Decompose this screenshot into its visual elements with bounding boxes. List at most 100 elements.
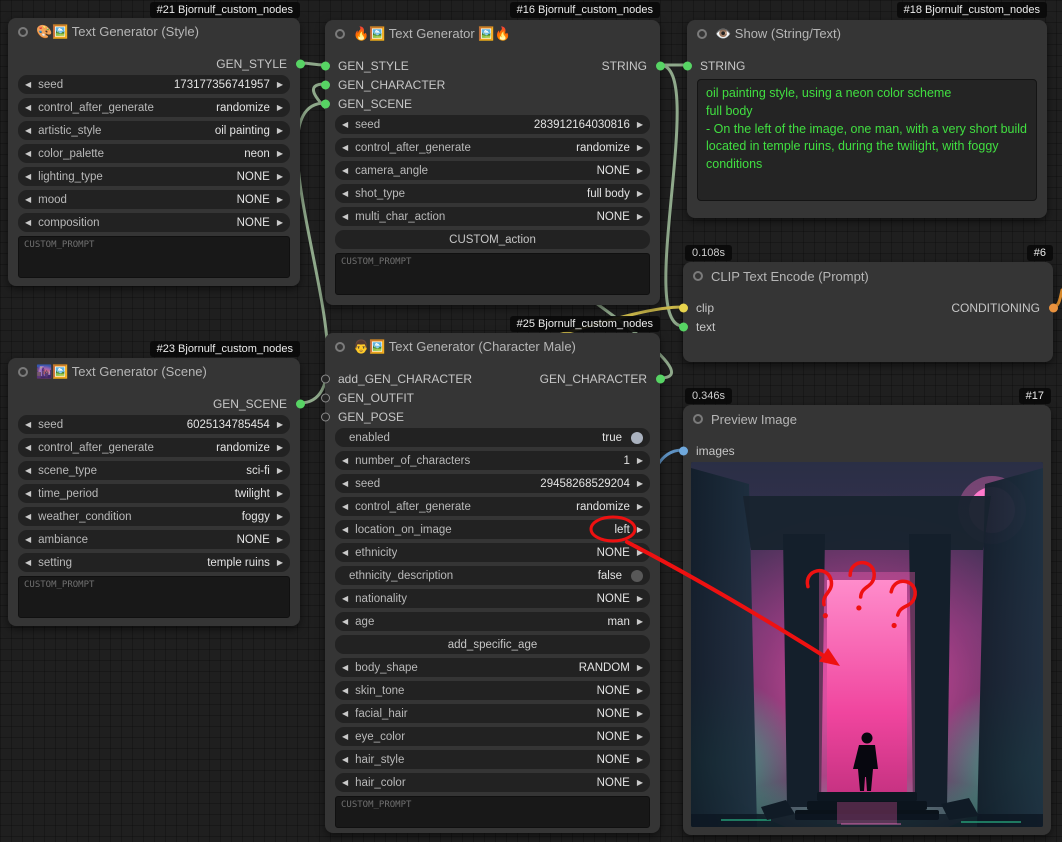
widget-seed[interactable]: ◀ seed 6025134785454 ▶ bbox=[18, 415, 290, 434]
widget-enabled[interactable]: ◀ enabled true ▶ bbox=[335, 428, 650, 447]
increment-arrow-icon[interactable]: ▶ bbox=[637, 190, 643, 198]
decrement-arrow-icon[interactable]: ◀ bbox=[342, 503, 348, 511]
collapse-dot-icon[interactable] bbox=[697, 29, 707, 39]
widget-age[interactable]: ◀ age man ▶ bbox=[335, 612, 650, 631]
node-title-bar[interactable]: Preview Image bbox=[683, 405, 1051, 433]
widget-seed[interactable]: ◀ seed 173177356741957 ▶ bbox=[18, 75, 290, 94]
decrement-arrow-icon[interactable]: ◀ bbox=[25, 219, 31, 227]
collapse-dot-icon[interactable] bbox=[18, 27, 28, 37]
decrement-arrow-icon[interactable]: ◀ bbox=[342, 480, 348, 488]
decrement-arrow-icon[interactable]: ◀ bbox=[342, 595, 348, 603]
collapse-dot-icon[interactable] bbox=[18, 367, 28, 377]
decrement-arrow-icon[interactable]: ◀ bbox=[25, 536, 31, 544]
node-text-generator-style[interactable]: 🎨🖼️ Text Generator (Style) GEN_STYLE ◀ s… bbox=[8, 18, 300, 286]
input-port-gen-style[interactable] bbox=[321, 61, 330, 70]
increment-arrow-icon[interactable]: ▶ bbox=[277, 513, 283, 521]
increment-arrow-icon[interactable]: ▶ bbox=[277, 421, 283, 429]
decrement-arrow-icon[interactable]: ◀ bbox=[25, 444, 31, 452]
node-title-bar[interactable]: 🌆🖼️ Text Generator (Scene) bbox=[8, 358, 300, 386]
increment-arrow-icon[interactable]: ▶ bbox=[277, 104, 283, 112]
node-text-generator-scene[interactable]: 🌆🖼️ Text Generator (Scene) GEN_SCENE ◀ s… bbox=[8, 358, 300, 626]
output-port-gen-scene[interactable] bbox=[296, 399, 305, 408]
widget-ethnicity[interactable]: ◀ ethnicity NONE ▶ bbox=[335, 543, 650, 562]
increment-arrow-icon[interactable]: ▶ bbox=[637, 595, 643, 603]
decrement-arrow-icon[interactable]: ◀ bbox=[342, 121, 348, 129]
input-port-gen-outfit[interactable] bbox=[321, 393, 330, 402]
node-preview-image[interactable]: Preview Image images bbox=[683, 405, 1051, 835]
widget-shot_type[interactable]: ◀ shot_type full body ▶ bbox=[335, 184, 650, 203]
widget-artistic_style[interactable]: ◀ artistic_style oil painting ▶ bbox=[18, 121, 290, 140]
decrement-arrow-icon[interactable]: ◀ bbox=[342, 526, 348, 534]
input-port-gen-character[interactable] bbox=[321, 80, 330, 89]
increment-arrow-icon[interactable]: ▶ bbox=[637, 756, 643, 764]
collapse-dot-icon[interactable] bbox=[335, 29, 345, 39]
collapse-dot-icon[interactable] bbox=[335, 342, 345, 352]
decrement-arrow-icon[interactable]: ◀ bbox=[25, 127, 31, 135]
widget-mood[interactable]: ◀ mood NONE ▶ bbox=[18, 190, 290, 209]
decrement-arrow-icon[interactable]: ◀ bbox=[342, 144, 348, 152]
decrement-arrow-icon[interactable]: ◀ bbox=[25, 421, 31, 429]
node-title-bar[interactable]: 👨🖼️ Text Generator (Character Male) bbox=[325, 333, 660, 361]
toggle-knob[interactable] bbox=[631, 432, 643, 444]
widget-hair_color[interactable]: ◀ hair_color NONE ▶ bbox=[335, 773, 650, 792]
increment-arrow-icon[interactable]: ▶ bbox=[277, 173, 283, 181]
decrement-arrow-icon[interactable]: ◀ bbox=[25, 467, 31, 475]
increment-arrow-icon[interactable]: ▶ bbox=[637, 710, 643, 718]
decrement-arrow-icon[interactable]: ◀ bbox=[342, 687, 348, 695]
node-text-generator[interactable]: 🔥🖼️ Text Generator 🖼️🔥 GEN_STYLE STRING … bbox=[325, 20, 660, 305]
increment-arrow-icon[interactable]: ▶ bbox=[277, 196, 283, 204]
widget-time_period[interactable]: ◀ time_period twilight ▶ bbox=[18, 484, 290, 503]
input-port-add-gen-character[interactable] bbox=[321, 374, 330, 383]
input-port-images[interactable] bbox=[679, 446, 688, 455]
decrement-arrow-icon[interactable]: ◀ bbox=[25, 81, 31, 89]
widget-weather_condition[interactable]: ◀ weather_condition foggy ▶ bbox=[18, 507, 290, 526]
increment-arrow-icon[interactable]: ▶ bbox=[637, 687, 643, 695]
widget-skin_tone[interactable]: ◀ skin_tone NONE ▶ bbox=[335, 681, 650, 700]
increment-arrow-icon[interactable]: ▶ bbox=[277, 444, 283, 452]
decrement-arrow-icon[interactable]: ◀ bbox=[342, 457, 348, 465]
toggle-knob[interactable] bbox=[631, 570, 643, 582]
increment-arrow-icon[interactable]: ▶ bbox=[637, 213, 643, 221]
increment-arrow-icon[interactable]: ▶ bbox=[637, 503, 643, 511]
output-port-conditioning[interactable] bbox=[1049, 303, 1058, 312]
input-port-gen-scene[interactable] bbox=[321, 99, 330, 108]
increment-arrow-icon[interactable]: ▶ bbox=[637, 549, 643, 557]
increment-arrow-icon[interactable]: ▶ bbox=[277, 559, 283, 567]
decrement-arrow-icon[interactable]: ◀ bbox=[25, 559, 31, 567]
decrement-arrow-icon[interactable]: ◀ bbox=[342, 733, 348, 741]
decrement-arrow-icon[interactable]: ◀ bbox=[25, 490, 31, 498]
custom-prompt-textarea[interactable]: CUSTOM_PROMPT bbox=[335, 253, 650, 295]
node-title-bar[interactable]: CLIP Text Encode (Prompt) bbox=[683, 262, 1053, 290]
decrement-arrow-icon[interactable]: ◀ bbox=[342, 779, 348, 787]
increment-arrow-icon[interactable]: ▶ bbox=[637, 664, 643, 672]
custom-prompt-textarea[interactable]: CUSTOM_PROMPT bbox=[335, 796, 650, 828]
decrement-arrow-icon[interactable]: ◀ bbox=[342, 213, 348, 221]
output-port-gen-style[interactable] bbox=[296, 59, 305, 68]
widget-color_palette[interactable]: ◀ color_palette neon ▶ bbox=[18, 144, 290, 163]
decrement-arrow-icon[interactable]: ◀ bbox=[25, 104, 31, 112]
increment-arrow-icon[interactable]: ▶ bbox=[277, 81, 283, 89]
decrement-arrow-icon[interactable]: ◀ bbox=[342, 167, 348, 175]
widget-composition[interactable]: ◀ composition NONE ▶ bbox=[18, 213, 290, 232]
widget-multi_char_action[interactable]: ◀ multi_char_action NONE ▶ bbox=[335, 207, 650, 226]
node-show-text[interactable]: 👁️ Show (String/Text) STRING oil paintin… bbox=[687, 20, 1047, 218]
increment-arrow-icon[interactable]: ▶ bbox=[637, 167, 643, 175]
increment-arrow-icon[interactable]: ▶ bbox=[637, 779, 643, 787]
widget-lighting_type[interactable]: ◀ lighting_type NONE ▶ bbox=[18, 167, 290, 186]
increment-arrow-icon[interactable]: ▶ bbox=[637, 618, 643, 626]
increment-arrow-icon[interactable]: ▶ bbox=[277, 467, 283, 475]
increment-arrow-icon[interactable]: ▶ bbox=[277, 490, 283, 498]
decrement-arrow-icon[interactable]: ◀ bbox=[342, 710, 348, 718]
decrement-arrow-icon[interactable]: ◀ bbox=[25, 150, 31, 158]
custom-prompt-textarea[interactable]: CUSTOM_PROMPT bbox=[18, 236, 290, 278]
increment-arrow-icon[interactable]: ▶ bbox=[637, 144, 643, 152]
widget-camera_angle[interactable]: ◀ camera_angle NONE ▶ bbox=[335, 161, 650, 180]
decrement-arrow-icon[interactable]: ◀ bbox=[342, 549, 348, 557]
decrement-arrow-icon[interactable]: ◀ bbox=[342, 618, 348, 626]
increment-arrow-icon[interactable]: ▶ bbox=[637, 457, 643, 465]
widget-add_specific_age[interactable]: ◀ add_specific_age ▶ bbox=[335, 635, 650, 654]
widget-nationality[interactable]: ◀ nationality NONE ▶ bbox=[335, 589, 650, 608]
increment-arrow-icon[interactable]: ▶ bbox=[277, 536, 283, 544]
node-title-bar[interactable]: 🔥🖼️ Text Generator 🖼️🔥 bbox=[325, 20, 660, 48]
output-port-string[interactable] bbox=[656, 61, 665, 70]
